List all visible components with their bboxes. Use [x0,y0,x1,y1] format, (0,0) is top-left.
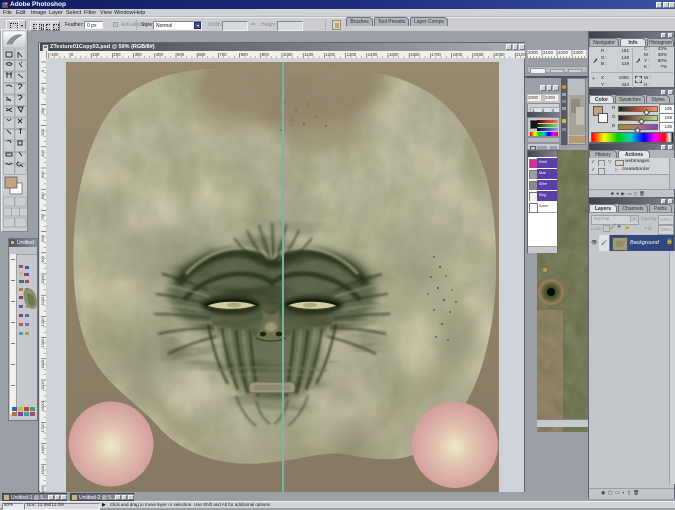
svg-text:1900: 1900 [474,52,484,57]
svg-text:700: 700 [219,52,227,57]
svg-text:300: 300 [135,52,143,57]
svg-text:900: 900 [40,255,45,262]
svg-text:800: 800 [241,52,249,57]
svg-text:-100: -100 [50,52,59,57]
svg-text:2100: 2100 [516,52,526,57]
svg-text:1500: 1500 [389,52,399,57]
svg-text:700: 700 [40,213,45,220]
svg-text:2000: 2000 [495,52,505,57]
svg-text:1000: 1000 [283,52,293,57]
svg-text:1300: 1300 [347,52,357,57]
svg-text:100: 100 [40,86,45,93]
svg-text:2000: 2000 [40,486,45,493]
svg-text:500: 500 [40,171,45,178]
svg-text:400: 400 [156,52,164,57]
svg-text:100: 100 [92,52,100,57]
svg-text:1600: 1600 [410,52,420,57]
svg-text:800: 800 [40,234,45,241]
svg-text:600: 600 [40,192,45,199]
svg-text:500: 500 [177,52,185,57]
svg-text:1400: 1400 [368,52,378,57]
svg-text:1100: 1100 [304,52,314,57]
svg-text:0: 0 [71,52,74,57]
svg-text:900: 900 [262,52,270,57]
svg-text:0: 0 [40,69,45,72]
svg-text:200: 200 [113,52,121,57]
svg-text:400: 400 [40,149,45,156]
svg-text:1200: 1200 [325,52,335,57]
svg-text:200: 200 [40,107,45,114]
svg-text:1800: 1800 [453,52,463,57]
svg-text:300: 300 [40,128,45,135]
svg-text:600: 600 [198,52,206,57]
svg-text:1700: 1700 [431,52,441,57]
